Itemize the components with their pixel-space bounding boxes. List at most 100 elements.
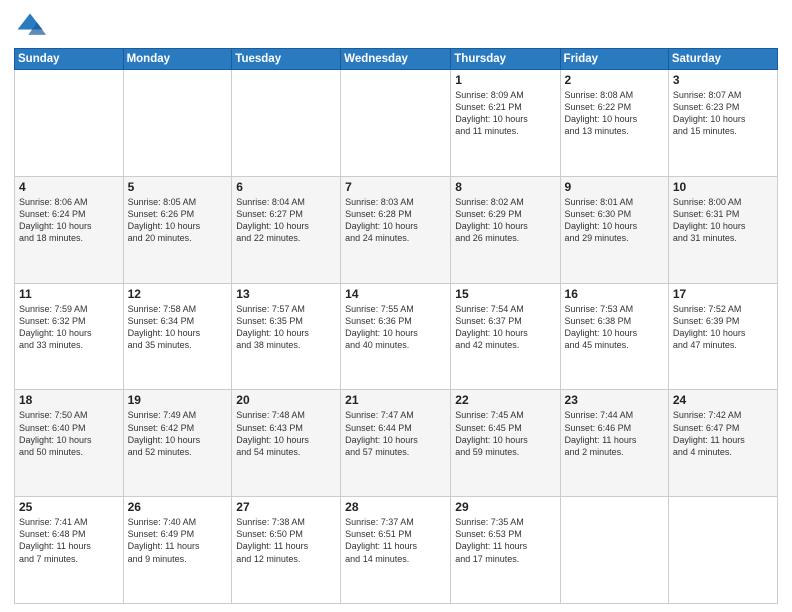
day-number: 29 (455, 500, 555, 514)
calendar-page: SundayMondayTuesdayWednesdayThursdayFrid… (0, 0, 792, 612)
calendar-cell (15, 70, 124, 177)
day-info: Sunrise: 8:01 AM Sunset: 6:30 PM Dayligh… (565, 196, 664, 245)
day-number: 12 (128, 287, 228, 301)
calendar-cell: 22Sunrise: 7:45 AM Sunset: 6:45 PM Dayli… (451, 390, 560, 497)
calendar-cell: 15Sunrise: 7:54 AM Sunset: 6:37 PM Dayli… (451, 283, 560, 390)
calendar-cell (668, 497, 777, 604)
day-number: 1 (455, 73, 555, 87)
day-info: Sunrise: 7:55 AM Sunset: 6:36 PM Dayligh… (345, 303, 446, 352)
day-number: 7 (345, 180, 446, 194)
calendar-cell: 2 Sunrise: 8:08 AM Sunset: 6:22 PM Daylig… (560, 70, 668, 177)
day-header-sunday: Sunday (15, 49, 124, 70)
week-row-2: 4Sunrise: 8:06 AM Sunset: 6:24 PM Daylig… (15, 176, 778, 283)
day-info: Sunrise: 7:58 AM Sunset: 6:34 PM Dayligh… (128, 303, 228, 352)
calendar-cell: 5Sunrise: 8:05 AM Sunset: 6:26 PM Daylig… (123, 176, 232, 283)
calendar-cell: 28 Sunrise: 7:37 AM Sunset: 6:51 PM Dayli… (341, 497, 451, 604)
day-header-thursday: Thursday (451, 49, 560, 70)
day-info: Sunrise: 7:48 AM Sunset: 6:43 PM Dayligh… (236, 409, 336, 458)
calendar-cell: 6Sunrise: 8:04 AM Sunset: 6:27 PM Daylig… (232, 176, 341, 283)
calendar-cell: 18 Sunrise: 7:50 AM Sunset: 6:40 PM Dayli… (15, 390, 124, 497)
day-number: 18 (19, 393, 119, 407)
day-info: Sunrise: 8:00 AM Sunset: 6:31 PM Dayligh… (673, 196, 773, 245)
day-number: 21 (345, 393, 446, 407)
calendar-cell: 10 Sunrise: 8:00 AM Sunset: 6:31 PM Dayli… (668, 176, 777, 283)
logo (14, 10, 50, 42)
week-row-1: 1 Sunrise: 8:09 AM Sunset: 6:21 PM Daylig… (15, 70, 778, 177)
calendar-cell: 3 Sunrise: 8:07 AM Sunset: 6:23 PM Daylig… (668, 70, 777, 177)
calendar-cell: 21 Sunrise: 7:47 AM Sunset: 6:44 PM Dayli… (341, 390, 451, 497)
calendar-cell: 26 Sunrise: 7:40 AM Sunset: 6:49 PM Dayli… (123, 497, 232, 604)
day-info: Sunrise: 7:50 AM Sunset: 6:40 PM Dayligh… (19, 409, 119, 458)
day-header-wednesday: Wednesday (341, 49, 451, 70)
day-info: Sunrise: 7:37 AM Sunset: 6:51 PM Dayligh… (345, 516, 446, 565)
day-info: Sunrise: 7:54 AM Sunset: 6:37 PM Dayligh… (455, 303, 555, 352)
calendar-cell: 4Sunrise: 8:06 AM Sunset: 6:24 PM Daylig… (15, 176, 124, 283)
day-number: 10 (673, 180, 773, 194)
calendar-body: 1 Sunrise: 8:09 AM Sunset: 6:21 PM Daylig… (15, 70, 778, 604)
day-number: 5 (128, 180, 228, 194)
day-info: Sunrise: 8:03 AM Sunset: 6:28 PM Dayligh… (345, 196, 446, 245)
day-number: 22 (455, 393, 555, 407)
calendar-cell: 9Sunrise: 8:01 AM Sunset: 6:30 PM Daylig… (560, 176, 668, 283)
week-row-3: 11 Sunrise: 7:59 AM Sunset: 6:32 PM Dayli… (15, 283, 778, 390)
day-info: Sunrise: 7:35 AM Sunset: 6:53 PM Dayligh… (455, 516, 555, 565)
day-number: 23 (565, 393, 664, 407)
calendar-cell: 7 Sunrise: 8:03 AM Sunset: 6:28 PM Daylig… (341, 176, 451, 283)
day-number: 4 (19, 180, 119, 194)
day-info: Sunrise: 7:47 AM Sunset: 6:44 PM Dayligh… (345, 409, 446, 458)
calendar-cell: 12 Sunrise: 7:58 AM Sunset: 6:34 PM Dayli… (123, 283, 232, 390)
calendar-cell (560, 497, 668, 604)
calendar-cell: 14 Sunrise: 7:55 AM Sunset: 6:36 PM Dayli… (341, 283, 451, 390)
day-header-tuesday: Tuesday (232, 49, 341, 70)
day-number: 20 (236, 393, 336, 407)
day-number: 11 (19, 287, 119, 301)
day-number: 24 (673, 393, 773, 407)
calendar-cell: 25 Sunrise: 7:41 AM Sunset: 6:48 PM Dayli… (15, 497, 124, 604)
day-number: 8 (455, 180, 555, 194)
day-number: 28 (345, 500, 446, 514)
day-info: Sunrise: 7:59 AM Sunset: 6:32 PM Dayligh… (19, 303, 119, 352)
logo-icon (14, 10, 46, 42)
day-info: Sunrise: 8:08 AM Sunset: 6:22 PM Dayligh… (565, 89, 664, 138)
day-number: 17 (673, 287, 773, 301)
calendar-cell (232, 70, 341, 177)
day-info: Sunrise: 7:49 AM Sunset: 6:42 PM Dayligh… (128, 409, 228, 458)
header-row: SundayMondayTuesdayWednesdayThursdayFrid… (15, 49, 778, 70)
calendar-cell: 20 Sunrise: 7:48 AM Sunset: 6:43 PM Dayli… (232, 390, 341, 497)
calendar-cell (341, 70, 451, 177)
calendar-table: SundayMondayTuesdayWednesdayThursdayFrid… (14, 48, 778, 604)
day-number: 19 (128, 393, 228, 407)
day-number: 6 (236, 180, 336, 194)
day-info: Sunrise: 7:38 AM Sunset: 6:50 PM Dayligh… (236, 516, 336, 565)
calendar-cell: 16Sunrise: 7:53 AM Sunset: 6:38 PM Dayli… (560, 283, 668, 390)
calendar-cell: 23Sunrise: 7:44 AM Sunset: 6:46 PM Dayli… (560, 390, 668, 497)
calendar-cell: 8 Sunrise: 8:02 AM Sunset: 6:29 PM Daylig… (451, 176, 560, 283)
day-info: Sunrise: 7:52 AM Sunset: 6:39 PM Dayligh… (673, 303, 773, 352)
day-number: 25 (19, 500, 119, 514)
day-number: 3 (673, 73, 773, 87)
day-number: 16 (565, 287, 664, 301)
calendar-cell: 13 Sunrise: 7:57 AM Sunset: 6:35 PM Dayli… (232, 283, 341, 390)
calendar-cell: 24 Sunrise: 7:42 AM Sunset: 6:47 PM Dayli… (668, 390, 777, 497)
header (14, 10, 778, 42)
day-info: Sunrise: 8:09 AM Sunset: 6:21 PM Dayligh… (455, 89, 555, 138)
day-info: Sunrise: 8:02 AM Sunset: 6:29 PM Dayligh… (455, 196, 555, 245)
day-info: Sunrise: 7:57 AM Sunset: 6:35 PM Dayligh… (236, 303, 336, 352)
day-number: 27 (236, 500, 336, 514)
calendar-header: SundayMondayTuesdayWednesdayThursdayFrid… (15, 49, 778, 70)
day-info: Sunrise: 8:07 AM Sunset: 6:23 PM Dayligh… (673, 89, 773, 138)
day-number: 2 (565, 73, 664, 87)
day-info: Sunrise: 7:41 AM Sunset: 6:48 PM Dayligh… (19, 516, 119, 565)
day-number: 14 (345, 287, 446, 301)
calendar-cell: 29 Sunrise: 7:35 AM Sunset: 6:53 PM Dayli… (451, 497, 560, 604)
day-number: 26 (128, 500, 228, 514)
day-info: Sunrise: 7:42 AM Sunset: 6:47 PM Dayligh… (673, 409, 773, 458)
day-number: 13 (236, 287, 336, 301)
calendar-cell (123, 70, 232, 177)
calendar-cell: 27 Sunrise: 7:38 AM Sunset: 6:50 PM Dayli… (232, 497, 341, 604)
day-info: Sunrise: 7:40 AM Sunset: 6:49 PM Dayligh… (128, 516, 228, 565)
calendar-cell: 19 Sunrise: 7:49 AM Sunset: 6:42 PM Dayli… (123, 390, 232, 497)
calendar-cell: 11 Sunrise: 7:59 AM Sunset: 6:32 PM Dayli… (15, 283, 124, 390)
day-header-saturday: Saturday (668, 49, 777, 70)
day-header-monday: Monday (123, 49, 232, 70)
